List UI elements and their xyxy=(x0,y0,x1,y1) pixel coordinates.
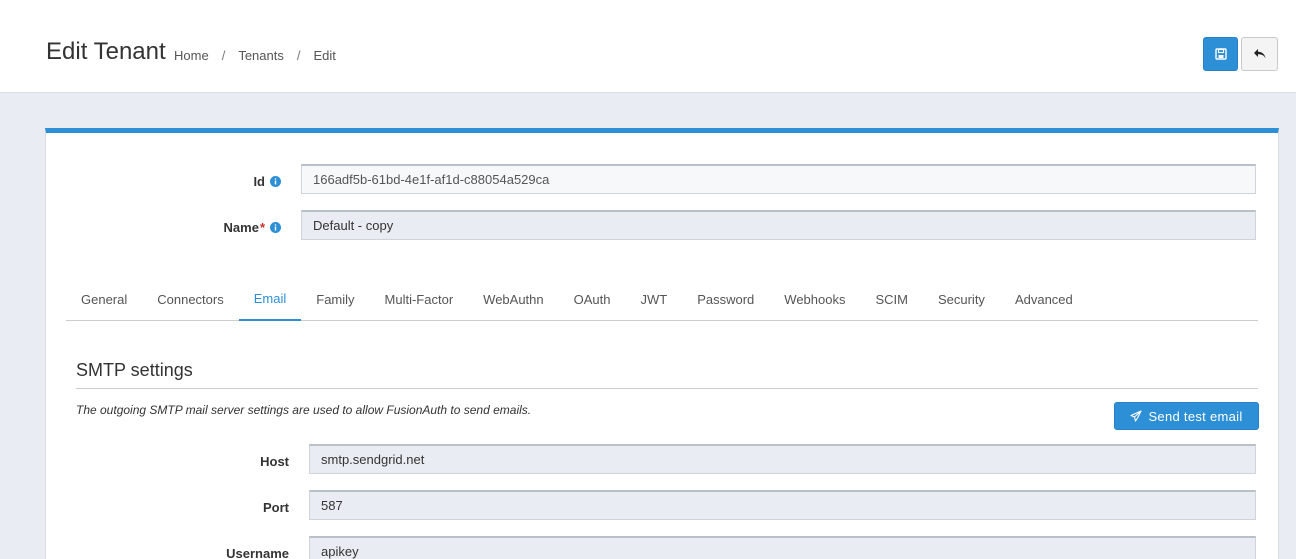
save-button[interactable] xyxy=(1203,37,1238,71)
breadcrumb-separator: / xyxy=(221,48,226,63)
id-row: Id xyxy=(46,166,286,196)
paper-plane-icon xyxy=(1130,410,1142,422)
breadcrumb-separator: / xyxy=(296,48,301,63)
tab-connectors[interactable]: Connectors xyxy=(142,278,238,321)
tab-email[interactable]: Email xyxy=(238,278,302,321)
required-marker: * xyxy=(259,219,265,235)
back-button[interactable] xyxy=(1241,37,1278,71)
name-label: Name * xyxy=(46,220,281,235)
tab-security[interactable]: Security xyxy=(923,278,1000,321)
name-label-text: Name xyxy=(223,219,259,235)
host-field[interactable]: smtp.sendgrid.net xyxy=(309,444,1256,474)
port-row: Port xyxy=(46,492,296,522)
tenant-tabs: General Connectors Email Family Multi-Fa… xyxy=(66,278,1258,321)
info-icon[interactable] xyxy=(270,221,281,233)
breadcrumb: Home / Tenants / Edit xyxy=(174,48,336,63)
top-header: Edit Tenant Home / Tenants / Edit xyxy=(0,0,1296,93)
id-label-text: Id xyxy=(253,173,265,189)
tenant-form-panel: Id 166adf5b-61bd-4e1f-af1d-c88054a529ca … xyxy=(45,128,1279,559)
id-label: Id xyxy=(46,174,281,189)
tab-advanced[interactable]: Advanced xyxy=(1000,278,1088,321)
send-test-email-label: Send test email xyxy=(1148,408,1243,424)
username-field[interactable]: apikey xyxy=(309,536,1256,559)
tab-oauth[interactable]: OAuth xyxy=(559,278,626,321)
tab-family[interactable]: Family xyxy=(301,278,369,321)
name-field[interactable]: Default - copy xyxy=(301,210,1256,240)
tab-webauthn[interactable]: WebAuthn xyxy=(468,278,558,321)
tab-jwt[interactable]: JWT xyxy=(625,278,682,321)
floppy-disk-icon xyxy=(1214,48,1227,60)
username-row: Username xyxy=(46,538,296,559)
tab-webhooks[interactable]: Webhooks xyxy=(769,278,860,321)
host-row: Host xyxy=(46,446,296,476)
tab-general[interactable]: General xyxy=(66,278,142,321)
host-label: Host xyxy=(260,453,289,469)
smtp-section-title: SMTP settings xyxy=(76,360,1258,389)
username-label: Username xyxy=(226,545,289,559)
send-test-email-button[interactable]: Send test email xyxy=(1114,402,1259,430)
name-row: Name * xyxy=(46,212,286,242)
undo-arrow-icon xyxy=(1253,49,1265,59)
port-label: Port xyxy=(263,499,289,515)
breadcrumb-tenants[interactable]: Tenants xyxy=(238,48,284,63)
smtp-description: The outgoing SMTP mail server settings a… xyxy=(76,403,532,417)
page-title: Edit Tenant xyxy=(46,38,166,65)
tab-multi-factor[interactable]: Multi-Factor xyxy=(370,278,469,321)
tab-scim[interactable]: SCIM xyxy=(860,278,923,321)
breadcrumb-edit: Edit xyxy=(313,48,336,63)
info-icon[interactable] xyxy=(270,175,281,187)
id-field[interactable]: 166adf5b-61bd-4e1f-af1d-c88054a529ca xyxy=(301,164,1256,194)
tab-password[interactable]: Password xyxy=(682,278,769,321)
breadcrumb-home[interactable]: Home xyxy=(174,48,209,63)
port-field[interactable]: 587 xyxy=(309,490,1256,520)
